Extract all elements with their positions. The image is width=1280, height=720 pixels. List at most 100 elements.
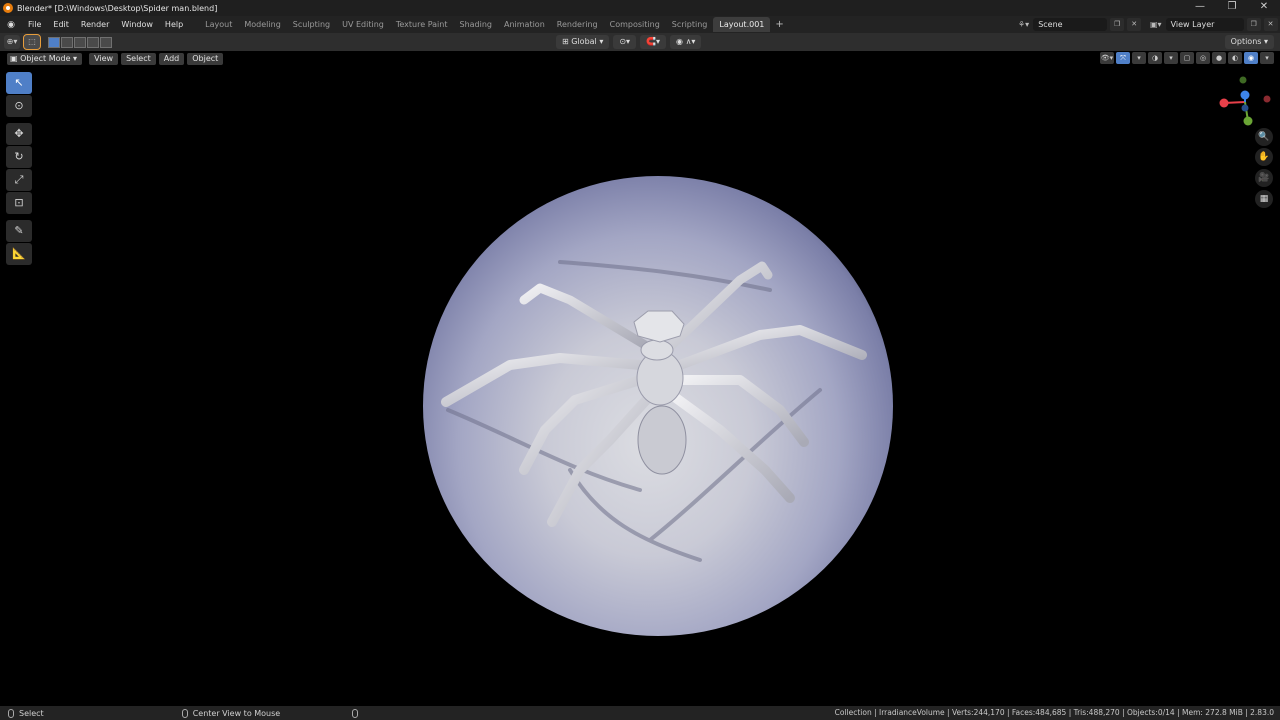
view-layer-name-field[interactable]: View Layer bbox=[1165, 18, 1244, 31]
blender-menu-icon[interactable]: ◉ bbox=[0, 20, 22, 30]
tab-modeling[interactable]: Modeling bbox=[238, 17, 286, 32]
material-shading-icon[interactable]: ◐ bbox=[1228, 52, 1242, 64]
camera-view-icon[interactable]: 🎥 bbox=[1255, 169, 1273, 187]
select-extend-icon[interactable] bbox=[61, 36, 73, 48]
overlays-dropdown-icon[interactable]: ▾ bbox=[1164, 52, 1178, 64]
tab-scripting[interactable]: Scripting bbox=[666, 17, 714, 32]
leg-front-left bbox=[519, 283, 650, 350]
new-scene-icon[interactable]: ❐ bbox=[1110, 18, 1125, 31]
overlays-icon[interactable]: ◑ bbox=[1148, 52, 1162, 64]
leg-mid1-left bbox=[441, 353, 645, 407]
orientation-dropdown[interactable]: ⊞ Global ▾ bbox=[556, 35, 610, 49]
visibility-icon[interactable]: 👁▾ bbox=[1100, 52, 1114, 64]
scene-icon[interactable]: ⚘▾ bbox=[1018, 20, 1029, 29]
rotate-tool-icon[interactable]: ↻ bbox=[6, 146, 32, 168]
add-workspace-icon[interactable]: + bbox=[770, 19, 788, 30]
leg-mid1-right bbox=[675, 325, 867, 370]
status-select-hint: Select bbox=[19, 708, 44, 718]
tab-compositing[interactable]: Compositing bbox=[604, 17, 666, 32]
3d-viewport[interactable] bbox=[0, 66, 1280, 706]
maximize-button[interactable]: ❐ bbox=[1216, 0, 1248, 16]
object-menu[interactable]: Object bbox=[187, 52, 224, 65]
cursor-tool-icon[interactable]: ⊙ bbox=[6, 95, 32, 117]
gizmo-toggle-icon[interactable]: ⤧ bbox=[1116, 52, 1130, 64]
select-subtract-icon[interactable] bbox=[74, 36, 86, 48]
view-layer-icon[interactable]: ▣▾ bbox=[1150, 20, 1162, 29]
leg-rear-left bbox=[547, 393, 653, 527]
pan-hand-icon[interactable]: ✋ bbox=[1255, 148, 1273, 166]
perspective-toggle-icon[interactable]: ▦ bbox=[1255, 190, 1273, 208]
rendered-shading-icon[interactable]: ◉ bbox=[1244, 52, 1258, 64]
viewport-shading-controls: 👁▾ ⤧ ▾ ◑ ▾ ▢ ◎ ● ◐ ◉ ▾ bbox=[1098, 52, 1274, 64]
mouse-middle-icon bbox=[181, 708, 188, 718]
pivot-point-dropdown[interactable]: ⊙▾ bbox=[613, 35, 637, 49]
gizmo-x-axis-icon[interactable] bbox=[1219, 98, 1229, 108]
tool-header: ⊕▾ ⬚ ⊞ Global ▾ ⊙▾ 🧲▾ ◉ ∧▾ Options ▾ bbox=[0, 33, 1280, 51]
snap-toggle-icon[interactable]: 🧲▾ bbox=[640, 35, 667, 49]
select-menu[interactable]: Select bbox=[121, 52, 156, 65]
tab-shading[interactable]: Shading bbox=[453, 17, 498, 32]
select-set-icon[interactable] bbox=[48, 36, 60, 48]
tab-animation[interactable]: Animation bbox=[498, 17, 551, 32]
transform-settings: ⊞ Global ▾ ⊙▾ 🧲▾ ◉ ∧▾ bbox=[556, 35, 705, 49]
gizmo-y-axis-icon[interactable] bbox=[1243, 116, 1253, 126]
spider-body bbox=[633, 310, 687, 475]
options-dropdown[interactable]: Options ▾ bbox=[1224, 35, 1274, 49]
navigation-gizmo[interactable] bbox=[1215, 72, 1275, 132]
move-tool-icon[interactable]: ✥ bbox=[6, 123, 32, 145]
add-menu[interactable]: Add bbox=[158, 52, 185, 65]
spider-model[interactable] bbox=[0, 66, 1280, 706]
orientation-label: Global bbox=[571, 37, 597, 46]
gizmo-neg-x-icon[interactable] bbox=[1263, 95, 1271, 103]
gizmo-neg-z-icon[interactable] bbox=[1241, 104, 1249, 112]
zoom-icon[interactable]: 🔍 bbox=[1255, 128, 1273, 146]
view-layer-selector: ▣▾ View Layer ❐ ✕ bbox=[1150, 17, 1278, 32]
spider-head bbox=[633, 310, 685, 343]
gizmo-neg-y-icon[interactable] bbox=[1239, 76, 1247, 84]
close-button[interactable]: ✕ bbox=[1248, 0, 1280, 16]
mouse-right-icon bbox=[352, 708, 359, 718]
tab-uv-editing[interactable]: UV Editing bbox=[336, 17, 390, 32]
viewport-header: ▣ Object Mode ▾ View Select Add Object 👁… bbox=[0, 51, 1280, 66]
object-mode-dropdown[interactable]: ▣ Object Mode ▾ bbox=[7, 52, 83, 65]
proportional-editing-icon[interactable]: ◉ ∧▾ bbox=[670, 35, 702, 49]
menu-edit[interactable]: Edit bbox=[47, 16, 75, 33]
title-bar: Blender* [D:\Windows\Desktop\Spider man.… bbox=[0, 0, 1280, 16]
annotate-tool-icon[interactable]: ✎ bbox=[6, 220, 32, 242]
delete-scene-icon[interactable]: ✕ bbox=[1127, 18, 1142, 31]
menu-help[interactable]: Help bbox=[159, 16, 189, 33]
select-box-tool-icon[interactable]: ↖ bbox=[6, 72, 32, 94]
menu-file[interactable]: File bbox=[22, 16, 47, 33]
minimize-button[interactable]: — bbox=[1184, 0, 1216, 16]
xray-icon[interactable]: ▢ bbox=[1180, 52, 1194, 64]
gizmo-z-axis-icon[interactable] bbox=[1240, 90, 1250, 100]
view-menu[interactable]: View bbox=[89, 52, 119, 65]
tab-texture-paint[interactable]: Texture Paint bbox=[390, 17, 454, 32]
wireframe-shading-icon[interactable]: ◎ bbox=[1196, 52, 1210, 64]
new-view-layer-icon[interactable]: ❐ bbox=[1246, 18, 1261, 31]
select-invert-icon[interactable] bbox=[87, 36, 99, 48]
select-intersect-icon[interactable] bbox=[100, 36, 112, 48]
shading-dropdown-icon[interactable]: ▾ bbox=[1260, 52, 1274, 64]
transform-tool-icon[interactable]: ⊡ bbox=[6, 192, 32, 214]
editor-type-icon[interactable]: ⊕▾ bbox=[4, 35, 20, 49]
status-hints: Select Center View to Mouse bbox=[0, 708, 363, 718]
status-bar: Select Center View to Mouse Collection |… bbox=[0, 706, 1280, 720]
menu-window[interactable]: Window bbox=[115, 16, 159, 33]
measure-tool-icon[interactable]: 📐 bbox=[6, 243, 32, 265]
gizmo-dropdown-icon[interactable]: ▾ bbox=[1132, 52, 1146, 64]
tab-rendering[interactable]: Rendering bbox=[551, 17, 604, 32]
workspace-tabs: Layout Modeling Sculpting UV Editing Tex… bbox=[199, 16, 789, 33]
solid-shading-icon[interactable]: ● bbox=[1212, 52, 1226, 64]
blender-app-icon bbox=[3, 3, 13, 13]
orientation-icon: ⊞ bbox=[562, 37, 572, 46]
leg-rear-right bbox=[671, 393, 795, 503]
scale-tool-icon[interactable]: ⤢ bbox=[6, 169, 32, 191]
tab-layout-001[interactable]: Layout.001 bbox=[713, 17, 771, 32]
tab-sculpting[interactable]: Sculpting bbox=[287, 17, 336, 32]
menu-render[interactable]: Render bbox=[75, 16, 115, 33]
delete-view-layer-icon[interactable]: ✕ bbox=[1263, 18, 1278, 31]
active-tool-icon[interactable]: ⬚ bbox=[23, 34, 41, 50]
scene-name-field[interactable]: Scene bbox=[1033, 18, 1108, 31]
tab-layout[interactable]: Layout bbox=[199, 17, 238, 32]
